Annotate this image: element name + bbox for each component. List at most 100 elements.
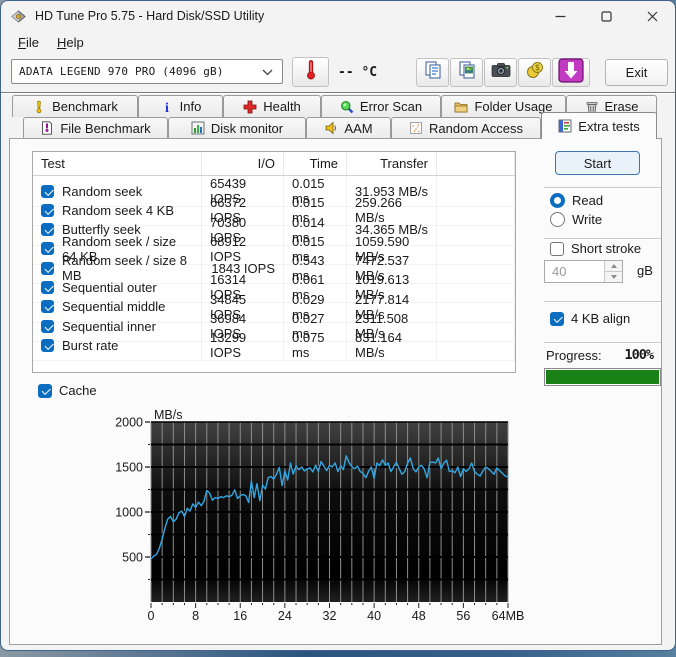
toolbar: ADATA LEGEND 970 PRO (4096 gB) -- °C $ E… [1, 53, 675, 93]
title-bar: HD Tune Pro 5.75 - Hard Disk/SSD Utility [1, 1, 675, 31]
copy-image-button[interactable] [450, 58, 483, 87]
write-radio[interactable] [550, 212, 565, 227]
cache-chart: 5001000150020000816243240485664MBMB/s [104, 409, 544, 625]
health-icon [243, 100, 257, 114]
separator [544, 342, 661, 343]
tab-file-benchmark[interactable]: File Benchmark [23, 117, 168, 138]
copy-report-icon [423, 60, 443, 85]
row-checkbox[interactable] [41, 262, 54, 275]
row-checkbox[interactable] [41, 242, 54, 255]
separator [544, 238, 661, 239]
svg-text:64MB: 64MB [492, 609, 525, 623]
cache-checkbox[interactable] [38, 384, 52, 398]
column-transfer: Transfer [347, 152, 437, 175]
read-option[interactable]: Read [550, 193, 603, 208]
table-header: Test I/O Time Transfer [33, 152, 515, 176]
separator [544, 187, 661, 188]
svg-text:16: 16 [233, 609, 247, 623]
table-row: Sequential middle34845 IOPS0.029 ms2177.… [33, 292, 515, 311]
info-icon: i [160, 100, 174, 114]
menu-help[interactable]: Help [48, 33, 93, 52]
align-option[interactable]: 4 KB align [550, 311, 630, 326]
extra-tests-panel: Test I/O Time Transfer Random seek65439 … [9, 138, 662, 645]
exit-button[interactable]: Exit [605, 59, 668, 86]
row-checkbox[interactable] [41, 223, 54, 236]
row-checkbox[interactable] [41, 339, 54, 352]
tab-benchmark[interactable]: Benchmark [12, 95, 138, 117]
table-row: Burst rate13299 IOPS0.075 ms831.164 MB/s [33, 330, 515, 349]
svg-text:MB/s: MB/s [154, 409, 182, 422]
svg-text:56: 56 [456, 609, 470, 623]
benchmark-icon [32, 100, 46, 114]
svg-text:48: 48 [412, 609, 426, 623]
short-stroke-size-value: 40 [545, 261, 604, 282]
close-icon[interactable] [629, 1, 675, 31]
row-checkbox[interactable] [41, 300, 54, 313]
screenshot-button[interactable] [484, 58, 517, 87]
disk-monitor-icon [191, 121, 205, 135]
svg-text:0: 0 [148, 609, 155, 623]
tab-strip: BenchmarkiInfoHealthError ScanFolder Usa… [9, 95, 662, 139]
table-row: Sequential inner36984 IOPS0.027 ms2311.5… [33, 311, 515, 330]
progress-value: 100% [583, 347, 653, 363]
row-checkbox[interactable] [41, 185, 54, 198]
tab-aam[interactable]: AAM [306, 117, 391, 138]
tab-error-scan[interactable]: Error Scan [321, 95, 441, 117]
temperature-value: -- °C [338, 65, 377, 80]
tab-extra-tests[interactable]: Extra tests [541, 112, 657, 139]
time-value: 0.075 ms [284, 330, 347, 361]
save-results-button[interactable] [552, 58, 590, 87]
column-test: Test [33, 152, 202, 175]
table-row: Sequential outer16314 IOPS0.061 ms1019.6… [33, 272, 515, 291]
svg-text:i: i [165, 101, 169, 114]
screenshot-icon [491, 62, 511, 83]
aam-icon [324, 121, 338, 135]
test-name: Burst rate [62, 338, 118, 353]
separator [544, 301, 661, 302]
table-body: Random seek65439 IOPS0.015 ms31.953 MB/s… [33, 176, 515, 350]
align-checkbox[interactable] [550, 312, 564, 326]
minimize-icon[interactable] [537, 1, 583, 31]
thermometer-icon [303, 59, 319, 86]
svg-text:$: $ [535, 64, 540, 73]
drive-select-value: ADATA LEGEND 970 PRO (4096 gB) [12, 65, 224, 78]
chevron-down-icon [262, 63, 273, 81]
row-checkbox[interactable] [41, 281, 54, 294]
write-option[interactable]: Write [550, 212, 602, 227]
menu-file[interactable]: File [9, 33, 48, 52]
row-checkbox[interactable] [41, 204, 54, 217]
table-row: Butterfly seek70380 IOPS0.014 ms34.365 M… [33, 215, 515, 234]
read-radio[interactable] [550, 193, 565, 208]
app-icon [10, 8, 27, 25]
drive-select[interactable]: ADATA LEGEND 970 PRO (4096 gB) [11, 59, 283, 84]
file-benchmark-icon [40, 121, 54, 135]
table-row: Random seek / size 64 KB68912 IOPS0.015 … [33, 234, 515, 253]
save-results-icon [558, 58, 584, 88]
maximize-icon[interactable] [583, 1, 629, 31]
stepper-down-icon[interactable] [605, 271, 622, 282]
tab-random-access[interactable]: Random Access [391, 117, 541, 138]
register-button[interactable]: $ [518, 58, 551, 87]
short-stroke-unit: gB [637, 263, 653, 278]
random-access-icon [409, 121, 423, 135]
cache-option[interactable]: Cache [38, 383, 97, 398]
row-checkbox[interactable] [41, 320, 54, 333]
tab-health[interactable]: Health [223, 95, 321, 117]
short-stroke-option[interactable]: Short stroke [550, 241, 641, 256]
temperature-button[interactable] [292, 57, 329, 87]
short-stroke-size-stepper[interactable]: 40 [544, 260, 623, 283]
table-row: Random seek 4 KB66372 IOPS0.015 ms259.26… [33, 195, 515, 214]
short-stroke-checkbox[interactable] [550, 242, 564, 256]
column-time: Time [284, 152, 347, 175]
results-table: Test I/O Time Transfer Random seek65439 … [32, 151, 516, 373]
start-button[interactable]: Start [555, 151, 640, 175]
error-scan-icon [340, 100, 354, 114]
svg-text:2000: 2000 [115, 416, 143, 430]
copy-image-icon [457, 60, 477, 85]
stepper-up-icon[interactable] [605, 261, 622, 271]
progress-bar [544, 368, 661, 386]
tab-disk-monitor[interactable]: Disk monitor [168, 117, 306, 138]
svg-text:24: 24 [278, 609, 292, 623]
copy-report-button[interactable] [416, 58, 449, 87]
tab-info[interactable]: iInfo [138, 95, 223, 117]
